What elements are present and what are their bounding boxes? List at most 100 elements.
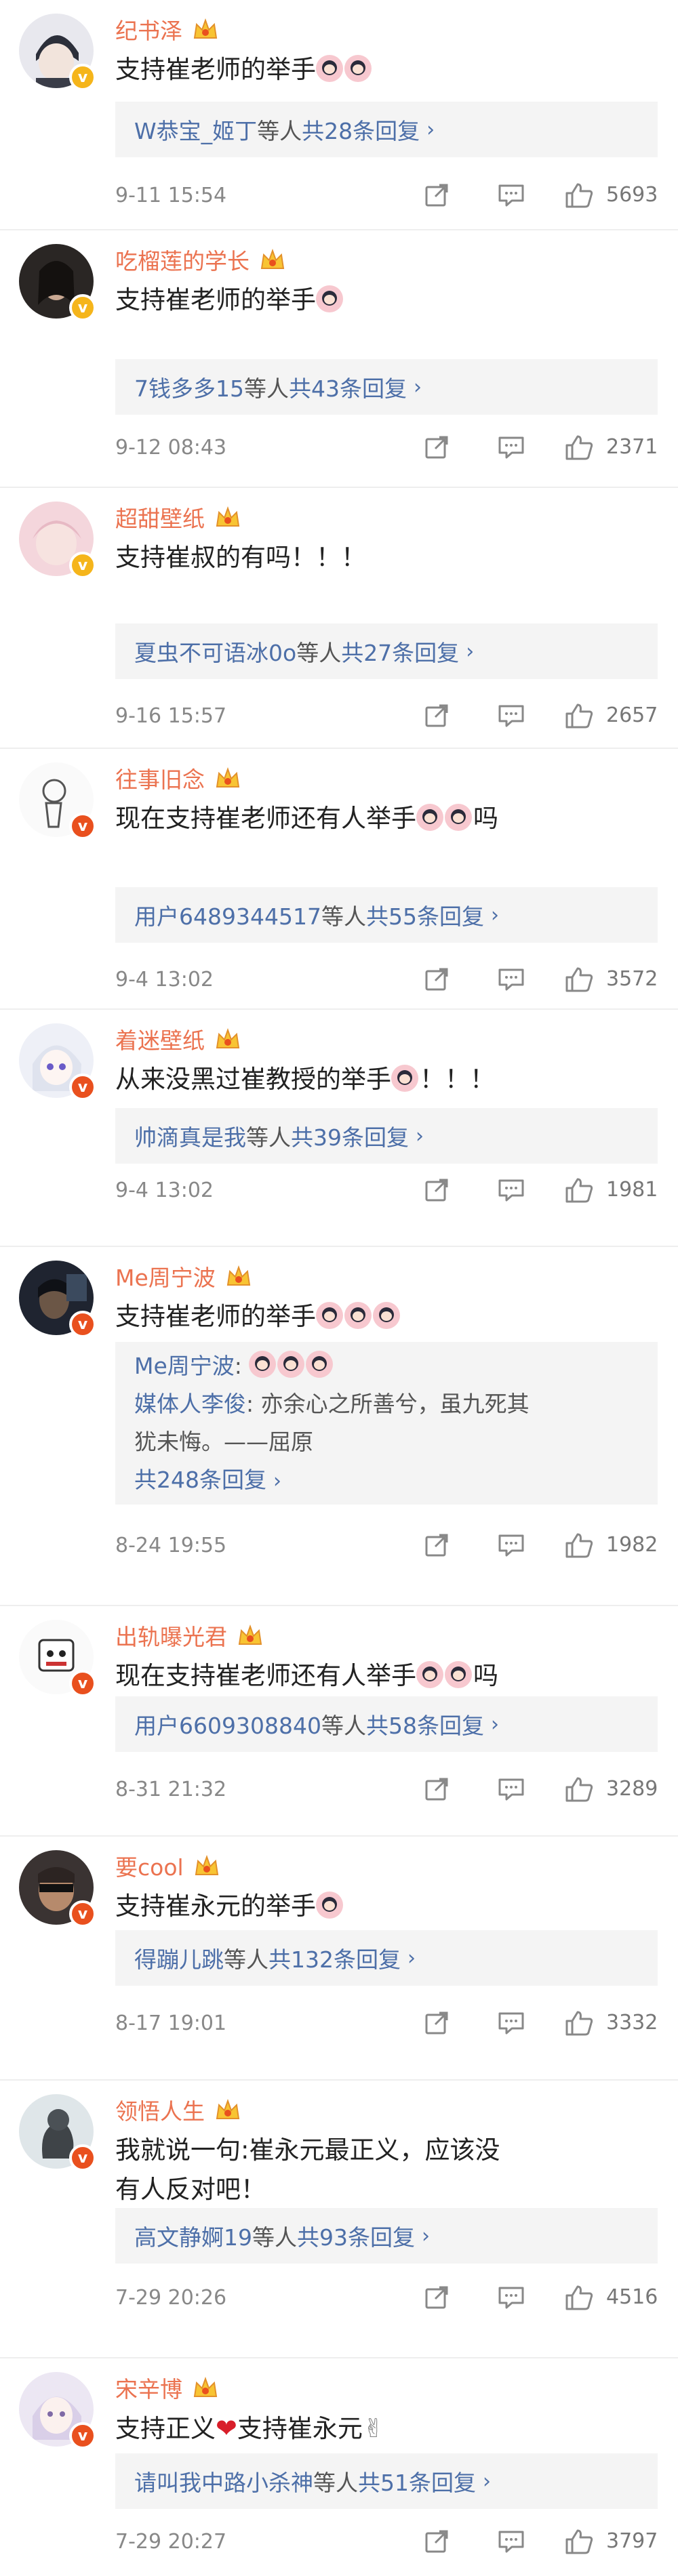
- reply-usernames[interactable]: 高文静婀19: [134, 2220, 252, 2252]
- like-icon[interactable]: [564, 1177, 594, 1204]
- share-icon[interactable]: [422, 2528, 452, 2555]
- comment-text: 现在支持崔老师还有人举手 吗: [115, 1656, 658, 1696]
- reply-usernames[interactable]: 得蹦儿跳: [134, 1942, 224, 1974]
- reply-preview[interactable]: 高文静婀19 等人 共93条回复 ›: [115, 2208, 658, 2264]
- comment-item: v 纪书泽 支持崔老师的举手 W恭宝_姬丁 等人 共28条回复 › 9-11 15:54 56…: [0, 0, 678, 230]
- reply-others-label: 等人: [252, 2224, 297, 2251]
- reply-count[interactable]: 共93条回复: [297, 2220, 415, 2252]
- share-icon[interactable]: [422, 1776, 452, 1803]
- comment-icon[interactable]: [496, 1177, 526, 1204]
- username[interactable]: 要cool: [115, 1849, 184, 1882]
- reply-usernames[interactable]: 用户6489344517: [134, 899, 321, 931]
- share-icon[interactable]: [422, 2284, 452, 2311]
- reply-count[interactable]: 共248条回复: [134, 1467, 266, 1493]
- username[interactable]: 往事旧念: [115, 762, 205, 794]
- username[interactable]: 吃榴莲的学长: [115, 243, 250, 276]
- reply-count[interactable]: 共28条回复: [302, 113, 420, 146]
- like-icon[interactable]: [564, 2009, 594, 2037]
- reply-summary: 得蹦儿跳 等人 共132条回复 ›: [134, 1930, 639, 1986]
- reply-summary: 帅滴真是我 等人 共39条回复 ›: [134, 1108, 639, 1164]
- reply-count[interactable]: 共132条回复: [268, 1942, 401, 1974]
- username[interactable]: 出轨曝光君: [115, 1619, 227, 1652]
- like-icon[interactable]: [564, 1532, 594, 1559]
- reply-count[interactable]: 共39条回复: [291, 1120, 409, 1152]
- reply-preview[interactable]: 7钱多多15 等人 共43条回复 ›: [115, 359, 658, 415]
- comment-body: 支持崔永元的举手: [115, 1892, 316, 1921]
- username[interactable]: 领悟人生: [115, 2093, 205, 2126]
- avatar[interactable]: v: [19, 1850, 96, 1927]
- like-icon[interactable]: [564, 2528, 594, 2555]
- verified-badge-icon: v: [69, 2422, 96, 2449]
- share-icon[interactable]: [422, 966, 452, 993]
- share-icon[interactable]: [422, 2009, 452, 2037]
- reply-preview[interactable]: 用户6609308840 等人 共58条回复 ›: [115, 1696, 658, 1752]
- username[interactable]: 宋辛博: [115, 2371, 182, 2404]
- comment-icon[interactable]: [496, 1532, 526, 1559]
- username[interactable]: Me周宁波: [115, 1260, 216, 1292]
- timestamp: 9-12 08:43: [115, 435, 227, 459]
- reply-preview[interactable]: 请叫我中路小杀神 等人 共51条回复 ›: [115, 2453, 658, 2509]
- avatar[interactable]: v: [19, 2372, 96, 2449]
- comment-icon[interactable]: [496, 966, 526, 993]
- reply-preview[interactable]: 得蹦儿跳 等人 共132条回复 ›: [115, 1930, 658, 1986]
- reply-usernames[interactable]: 请叫我中路小杀神: [134, 2465, 313, 2497]
- reply-preview[interactable]: 夏虫不可语冰0o 等人 共27条回复 ›: [115, 623, 658, 679]
- avatar[interactable]: v: [19, 1023, 96, 1101]
- share-icon[interactable]: [422, 1177, 452, 1204]
- avatar[interactable]: v: [19, 1261, 96, 1338]
- avatar[interactable]: v: [19, 2094, 96, 2171]
- reply-username[interactable]: 媒体人李俊: [134, 1391, 246, 1417]
- like-icon[interactable]: [564, 434, 594, 461]
- reply-line: 媒体人李俊: 亦余心之所善兮，虽九死其: [134, 1385, 639, 1423]
- reply-usernames[interactable]: 用户6609308840: [134, 1708, 321, 1740]
- avatar[interactable]: v: [19, 244, 96, 321]
- reply-count[interactable]: 共51条回复: [358, 2465, 476, 2497]
- reply-usernames[interactable]: 夏虫不可语冰0o: [134, 635, 296, 668]
- reply-preview[interactable]: 用户6489344517 等人 共55条回复 ›: [115, 887, 658, 943]
- comment-item: v 往事旧念 现在支持崔老师还有人举手 吗用户6489344517 等人 共55条回复 ›…: [0, 749, 678, 1010]
- username[interactable]: 着迷壁纸: [115, 1023, 205, 1055]
- raise-hand-emoji-icon: [416, 804, 443, 831]
- comment-icon[interactable]: [496, 182, 526, 209]
- timestamp: 9-11 15:54: [115, 183, 227, 207]
- comment-icon[interactable]: [496, 2009, 526, 2037]
- share-icon[interactable]: [422, 182, 452, 209]
- reply-line: 犹未悔。——屈原: [134, 1423, 639, 1461]
- reply-usernames[interactable]: 帅滴真是我: [134, 1120, 246, 1152]
- view-all-replies-link[interactable]: 共248条回复 ›: [134, 1461, 639, 1500]
- comment-icon[interactable]: [496, 2528, 526, 2555]
- like-icon[interactable]: [564, 966, 594, 993]
- reply-usernames[interactable]: W恭宝_姬丁: [134, 113, 257, 146]
- avatar[interactable]: v: [19, 14, 96, 91]
- reply-others-label: 等人: [296, 640, 342, 666]
- avatar[interactable]: v: [19, 1620, 96, 1697]
- chevron-right-icon: ›: [483, 2469, 491, 2493]
- reply-usernames[interactable]: 7钱多多15: [134, 371, 244, 403]
- share-icon[interactable]: [422, 702, 452, 729]
- reply-count[interactable]: 共58条回复: [366, 1708, 484, 1740]
- comment-icon[interactable]: [496, 2284, 526, 2311]
- timestamp: 9-4 13:02: [115, 1178, 214, 1202]
- avatar[interactable]: v: [19, 762, 96, 840]
- share-icon[interactable]: [422, 1532, 452, 1559]
- reply-preview[interactable]: Me周宁波: 媒体人李俊: 亦余心之所善兮，虽九死其 犹未悔。——屈原 共248条回…: [115, 1342, 658, 1505]
- reply-preview[interactable]: 帅滴真是我 等人 共39条回复 ›: [115, 1108, 658, 1164]
- comment-text: 支持崔老师的举手: [115, 1297, 658, 1336]
- username[interactable]: 纪书泽: [115, 13, 182, 45]
- reply-count[interactable]: 共27条回复: [341, 635, 459, 668]
- reply-preview[interactable]: W恭宝_姬丁 等人 共28条回复 ›: [115, 102, 658, 157]
- avatar[interactable]: v: [19, 502, 96, 579]
- like-icon[interactable]: [564, 2284, 594, 2311]
- comment-icon[interactable]: [496, 702, 526, 729]
- username[interactable]: 超甜壁纸: [115, 501, 205, 533]
- comment-icon[interactable]: [496, 1776, 526, 1803]
- reply-count[interactable]: 共43条回复: [289, 371, 407, 403]
- reply-username[interactable]: Me周宁波: [134, 1353, 235, 1379]
- verified-badge-icon: v: [69, 813, 96, 840]
- share-icon[interactable]: [422, 434, 452, 461]
- like-icon[interactable]: [564, 1776, 594, 1803]
- like-icon[interactable]: [564, 702, 594, 729]
- like-icon[interactable]: [564, 182, 594, 209]
- reply-count[interactable]: 共55条回复: [366, 899, 484, 931]
- comment-icon[interactable]: [496, 434, 526, 461]
